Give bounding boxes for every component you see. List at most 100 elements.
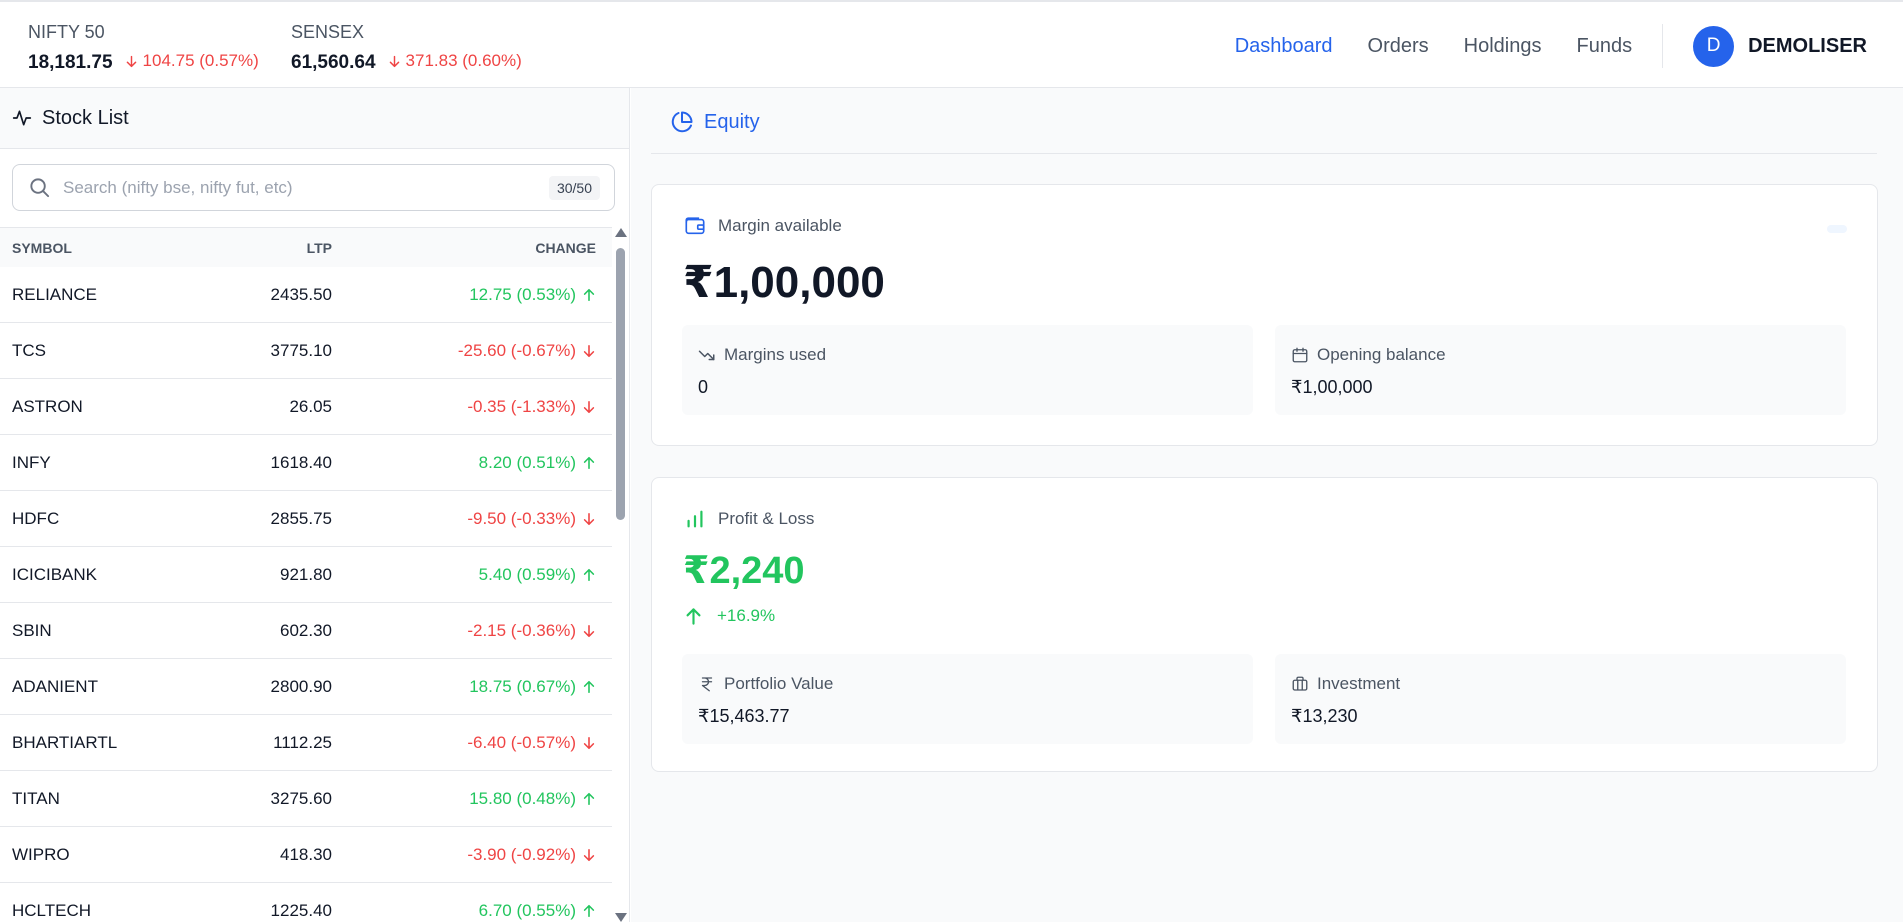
investment-text: Investment	[1317, 674, 1401, 693]
stock-change: -3.90 (-0.92%)	[467, 845, 596, 865]
stock-ltp: 1225.40	[270, 900, 332, 920]
username[interactable]: DEMOLISER	[1748, 35, 1867, 58]
wallet-icon	[685, 217, 705, 235]
table-row[interactable]: HCLTECH 1225.40 6.70 (0.55%)	[0, 883, 612, 922]
arrow-up-icon	[686, 607, 701, 625]
stock-change: -25.60 (-0.67%)	[458, 341, 596, 361]
stock-symbol: BHARTIARTL	[12, 732, 118, 752]
arrow-down-icon	[583, 848, 595, 861]
pnl-amount: ₹2,240	[683, 550, 805, 592]
opening-balance-box: Opening balance ₹1,00,000	[1275, 325, 1846, 415]
index-value: 18,181.75	[28, 51, 113, 73]
table-row[interactable]: RELIANCE 2435.50 12.75 (0.53%)	[0, 267, 612, 323]
arrow-up-icon	[583, 792, 595, 805]
column-change: CHANGE	[535, 239, 596, 256]
stock-symbol: ADANIENT	[12, 676, 98, 696]
stock-ltp: 3275.60	[270, 788, 332, 808]
column-ltp: LTP	[306, 239, 332, 256]
nav-dashboard[interactable]: Dashboard	[1235, 35, 1333, 58]
index-value: 61,560.64	[291, 51, 376, 73]
table-row[interactable]: ADANIENT 2800.90 18.75 (0.67%)	[0, 659, 612, 715]
briefcase-icon	[1292, 676, 1308, 691]
table-row[interactable]: INFY 1618.40 8.20 (0.51%)	[0, 435, 612, 491]
tab-equity-label: Equity	[704, 110, 760, 133]
scrollbar[interactable]	[614, 228, 627, 922]
stock-symbol: WIPRO	[12, 844, 70, 864]
tab-bar	[651, 88, 1877, 154]
scroll-up-arrow-icon[interactable]	[615, 228, 627, 237]
pnl-percent-text: +16.9%	[717, 606, 776, 625]
trending-down-icon	[698, 350, 715, 361]
table-row[interactable]: HDFC 2855.75 -9.50 (-0.33%)	[0, 491, 612, 547]
investment-value: ₹13,230	[1291, 706, 1358, 726]
column-symbol: SYMBOL	[12, 239, 72, 256]
opening-balance-label: Opening balance	[1291, 345, 1446, 365]
table-row[interactable]: ASTRON 26.05 -0.35 (-1.33%)	[0, 379, 612, 435]
stock-ltp: 2435.50	[270, 284, 332, 304]
index-change: 104.75 (0.57%)	[125, 51, 259, 71]
arrow-down-icon	[583, 624, 595, 637]
stock-symbol: SBIN	[12, 620, 52, 640]
opening-balance-value: ₹1,00,000	[1291, 377, 1373, 397]
nav-funds[interactable]: Funds	[1577, 35, 1633, 58]
pnl-percent: +16.9%	[684, 606, 775, 626]
margins-used-label: Margins used	[698, 345, 826, 365]
nav-holdings[interactable]: Holdings	[1464, 35, 1542, 58]
index-change: 371.83 (0.60%)	[388, 51, 522, 71]
nav-divider	[1662, 24, 1664, 68]
arrow-up-icon	[583, 456, 595, 469]
portfolio-value-text: Portfolio Value	[724, 674, 834, 693]
table-row[interactable]: BHARTIARTL 1112.25 -6.40 (-0.57%)	[0, 715, 612, 771]
table-row[interactable]: TCS 3775.10 -25.60 (-0.67%)	[0, 323, 612, 379]
rupee-icon	[701, 677, 713, 692]
scrollbar-thumb[interactable]	[616, 248, 625, 520]
table-row[interactable]: TITAN 3275.60 15.80 (0.48%)	[0, 771, 612, 827]
stock-ltp: 418.30	[280, 844, 332, 864]
main-panel: Equity Margin available ₹1,00,000 Margin…	[631, 88, 1903, 922]
stock-change: -6.40 (-0.57%)	[467, 733, 596, 753]
margins-used-box: Margins used 0	[682, 325, 1253, 415]
stock-symbol: RELIANCE	[12, 284, 98, 304]
stock-change: -9.50 (-0.33%)	[467, 509, 596, 529]
stock-list-title: Stock List	[42, 106, 129, 129]
arrow-up-icon	[583, 904, 595, 917]
stock-change-text: 15.80 (0.48%)	[469, 788, 576, 808]
stock-ltp: 1112.25	[273, 732, 332, 752]
stock-change: 12.75 (0.53%)	[469, 285, 596, 305]
stock-symbol: TCS	[12, 340, 46, 360]
index-nifty: NIFTY 50 18,181.75 104.75 (0.57%)	[28, 22, 259, 74]
arrow-down-icon	[583, 344, 595, 357]
search-input[interactable]	[63, 177, 549, 198]
margin-title-text: Margin available	[718, 216, 842, 235]
margin-card-title: Margin available	[684, 215, 842, 237]
stock-change-text: 18.75 (0.67%)	[469, 676, 576, 696]
stock-change-text: 5.40 (0.59%)	[478, 564, 576, 584]
index-change-text: 371.83 (0.60%)	[405, 51, 522, 70]
stock-change: 5.40 (0.59%)	[479, 565, 596, 585]
activity-icon	[12, 110, 32, 126]
avatar[interactable]: D	[1693, 25, 1735, 67]
scroll-down-arrow-icon[interactable]	[615, 913, 627, 922]
table-row[interactable]: WIPRO 418.30 -3.90 (-0.92%)	[0, 827, 612, 883]
stock-list-panel: Stock List 30/50 SYMBOL LTP CHANGE RELIA…	[0, 88, 630, 922]
nav-orders[interactable]: Orders	[1368, 35, 1429, 58]
top-bar: NIFTY 50 18,181.75 104.75 (0.57%) SENSEX…	[0, 0, 1903, 88]
stock-change: 18.75 (0.67%)	[469, 677, 596, 697]
investment-label: Investment	[1291, 674, 1400, 694]
tab-equity[interactable]: Equity	[670, 110, 760, 134]
portfolio-value-box: Portfolio Value ₹15,463.77	[682, 654, 1253, 744]
portfolio-value-amount: ₹15,463.77	[698, 706, 790, 726]
table-row[interactable]: SBIN 602.30 -2.15 (-0.36%)	[0, 603, 612, 659]
table-row[interactable]: ICICIBANK 921.80 5.40 (0.59%)	[0, 547, 612, 603]
pnl-title-text: Profit & Loss	[718, 509, 815, 528]
stock-rows: RELIANCE 2435.50 12.75 (0.53%) TCS 3775.10 -2…	[0, 267, 612, 922]
arrow-down-icon	[583, 736, 595, 749]
stock-change-text: -2.15 (-0.36%)	[467, 620, 576, 640]
stock-change-text: -0.35 (-1.33%)	[467, 396, 576, 416]
arrow-down-icon	[389, 55, 399, 67]
stock-change: 8.20 (0.51%)	[479, 453, 596, 473]
stock-ltp: 3775.10	[270, 340, 332, 360]
arrow-up-icon	[583, 568, 595, 581]
pnl-card: Profit & Loss ₹2,240 +16.9% Portfolio Va…	[651, 477, 1878, 772]
table-header: SYMBOL LTP CHANGE	[0, 227, 612, 267]
